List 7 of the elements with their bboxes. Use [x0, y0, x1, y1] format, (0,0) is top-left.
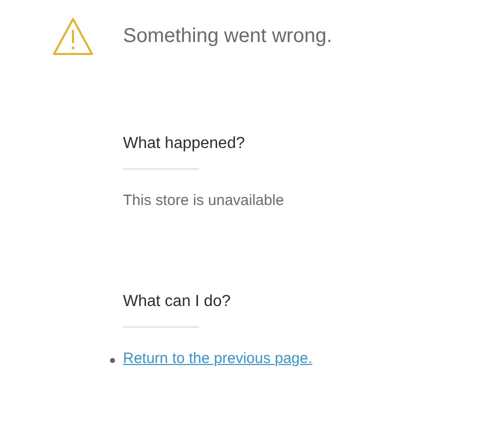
- warning-icon: [52, 17, 94, 57]
- back-link[interactable]: Return to the previous page.: [123, 350, 312, 367]
- section-heading: What happened?: [123, 135, 245, 153]
- explanation-text: This store is unavailable: [123, 192, 284, 209]
- section-heading: What can I do?: [123, 293, 231, 311]
- error-title: Something went wrong.: [123, 24, 332, 48]
- bullet-icon: [110, 358, 115, 363]
